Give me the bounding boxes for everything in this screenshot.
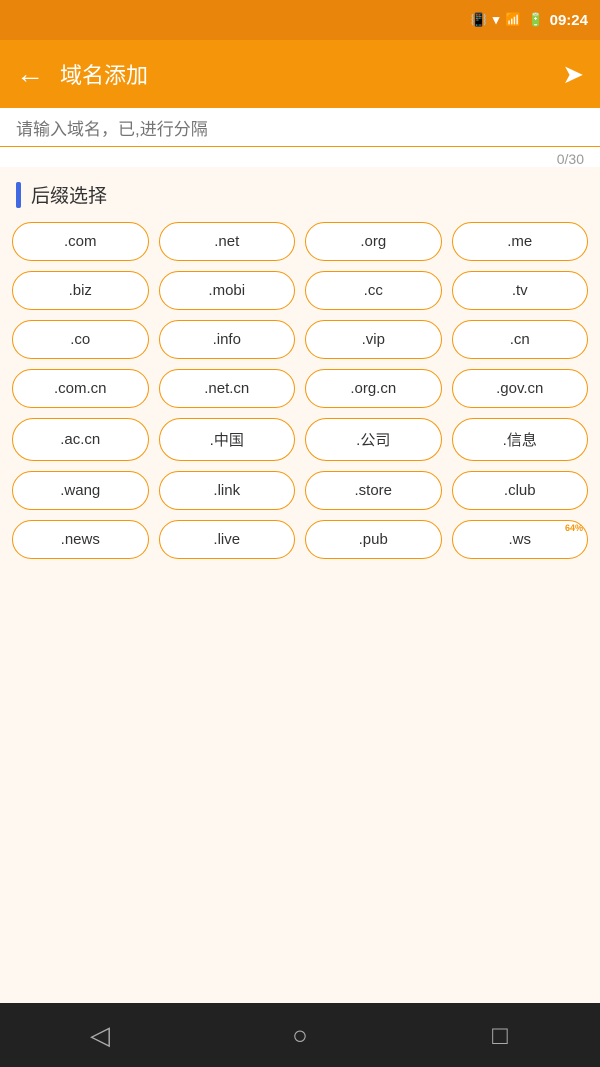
- suffix-button[interactable]: .org.cn: [305, 369, 442, 408]
- suffix-button[interactable]: .store: [305, 471, 442, 510]
- suffix-button[interactable]: .me: [452, 222, 589, 261]
- domain-input[interactable]: [16, 120, 584, 140]
- suffix-label: .ws: [509, 531, 532, 548]
- section-title: 后缀选择: [31, 181, 107, 208]
- suffix-button[interactable]: .pub: [305, 520, 442, 559]
- suffix-button[interactable]: .中国: [159, 418, 296, 461]
- suffix-button[interactable]: .club: [452, 471, 589, 510]
- suffix-button[interactable]: .mobi: [159, 271, 296, 310]
- suffix-button[interactable]: .tv: [452, 271, 589, 310]
- suffix-button[interactable]: .公司: [305, 418, 442, 461]
- suffix-label: .com.cn: [54, 380, 107, 397]
- suffix-label: .pub: [359, 531, 388, 548]
- suffix-label: .公司: [356, 429, 390, 450]
- status-icons: 📳 ▾ 📶 🔋 09:24: [471, 12, 588, 29]
- suffix-button[interactable]: .live: [159, 520, 296, 559]
- suffix-label: .gov.cn: [496, 380, 543, 397]
- section-bar-decoration: [16, 182, 21, 208]
- suffix-button[interactable]: .co: [12, 320, 149, 359]
- wifi-icon: ▾: [493, 12, 500, 28]
- suffix-button[interactable]: .net: [159, 222, 296, 261]
- send-button[interactable]: ➤: [562, 59, 584, 90]
- suffix-button[interactable]: .cc: [305, 271, 442, 310]
- suffix-button[interactable]: .org: [305, 222, 442, 261]
- suffix-label: .me: [507, 233, 532, 250]
- suffix-button[interactable]: .信息: [452, 418, 589, 461]
- back-nav-button[interactable]: ◁: [70, 1005, 130, 1065]
- suffix-label: .cc: [364, 282, 383, 299]
- suffix-grid: .com .net .org .me .biz .mobi .cc .tv .co .info .v…: [0, 218, 600, 563]
- suffix-label: .com: [64, 233, 97, 250]
- main-content: 后缀选择 .com .net .org .me .biz .mobi .cc .tv .co .i…: [0, 167, 600, 1003]
- suffix-label: .中国: [210, 429, 244, 450]
- suffix-label: .ac.cn: [60, 431, 100, 448]
- suffix-label: .link: [213, 482, 240, 499]
- section-header: 后缀选择: [0, 167, 600, 218]
- counter-row: 0/30: [0, 147, 600, 167]
- suffix-label: .mobi: [208, 282, 245, 299]
- suffix-label: .club: [504, 482, 536, 499]
- suffix-label: .wang: [60, 482, 100, 499]
- suffix-label: .org: [360, 233, 386, 250]
- signal-icon: 📶: [505, 12, 521, 28]
- battery-icon: 🔋: [527, 12, 543, 28]
- suffix-button[interactable]: .com: [12, 222, 149, 261]
- suffix-button[interactable]: .news: [12, 520, 149, 559]
- suffix-label: .store: [354, 482, 392, 499]
- suffix-button[interactable]: .cn: [452, 320, 589, 359]
- suffix-badge: 64%: [565, 523, 583, 533]
- status-bar: 📳 ▾ 📶 🔋 09:24: [0, 0, 600, 40]
- suffix-button[interactable]: .vip: [305, 320, 442, 359]
- home-nav-button[interactable]: ○: [270, 1005, 330, 1065]
- page-title: 域名添加: [60, 58, 562, 90]
- suffix-label: .vip: [362, 331, 385, 348]
- suffix-button[interactable]: .biz: [12, 271, 149, 310]
- recent-nav-button[interactable]: □: [470, 1005, 530, 1065]
- suffix-label: .org.cn: [350, 380, 396, 397]
- suffix-button[interactable]: .gov.cn: [452, 369, 589, 408]
- suffix-label: .co: [70, 331, 90, 348]
- nav-bar: ← 域名添加 ➤: [0, 40, 600, 108]
- time-display: 09:24: [550, 12, 588, 29]
- suffix-button[interactable]: .info: [159, 320, 296, 359]
- suffix-button[interactable]: .ac.cn: [12, 418, 149, 461]
- input-area: [0, 108, 600, 147]
- suffix-button[interactable]: .link: [159, 471, 296, 510]
- suffix-label: .biz: [69, 282, 92, 299]
- suffix-button[interactable]: .net.cn: [159, 369, 296, 408]
- suffix-label: .net: [214, 233, 239, 250]
- suffix-label: .信息: [503, 429, 537, 450]
- vibrate-icon: 📳: [471, 12, 487, 28]
- suffix-label: .cn: [510, 331, 530, 348]
- suffix-label: .tv: [512, 282, 528, 299]
- counter-display: 0/30: [557, 151, 584, 167]
- suffix-label: .live: [213, 531, 240, 548]
- suffix-button[interactable]: .com.cn: [12, 369, 149, 408]
- suffix-label: .net.cn: [204, 380, 249, 397]
- bottom-nav: ◁ ○ □: [0, 1003, 600, 1067]
- suffix-button[interactable]: .wang: [12, 471, 149, 510]
- back-button[interactable]: ←: [16, 58, 44, 90]
- suffix-label: .info: [213, 331, 241, 348]
- suffix-label: .news: [61, 531, 100, 548]
- suffix-button[interactable]: .ws 64%: [452, 520, 589, 559]
